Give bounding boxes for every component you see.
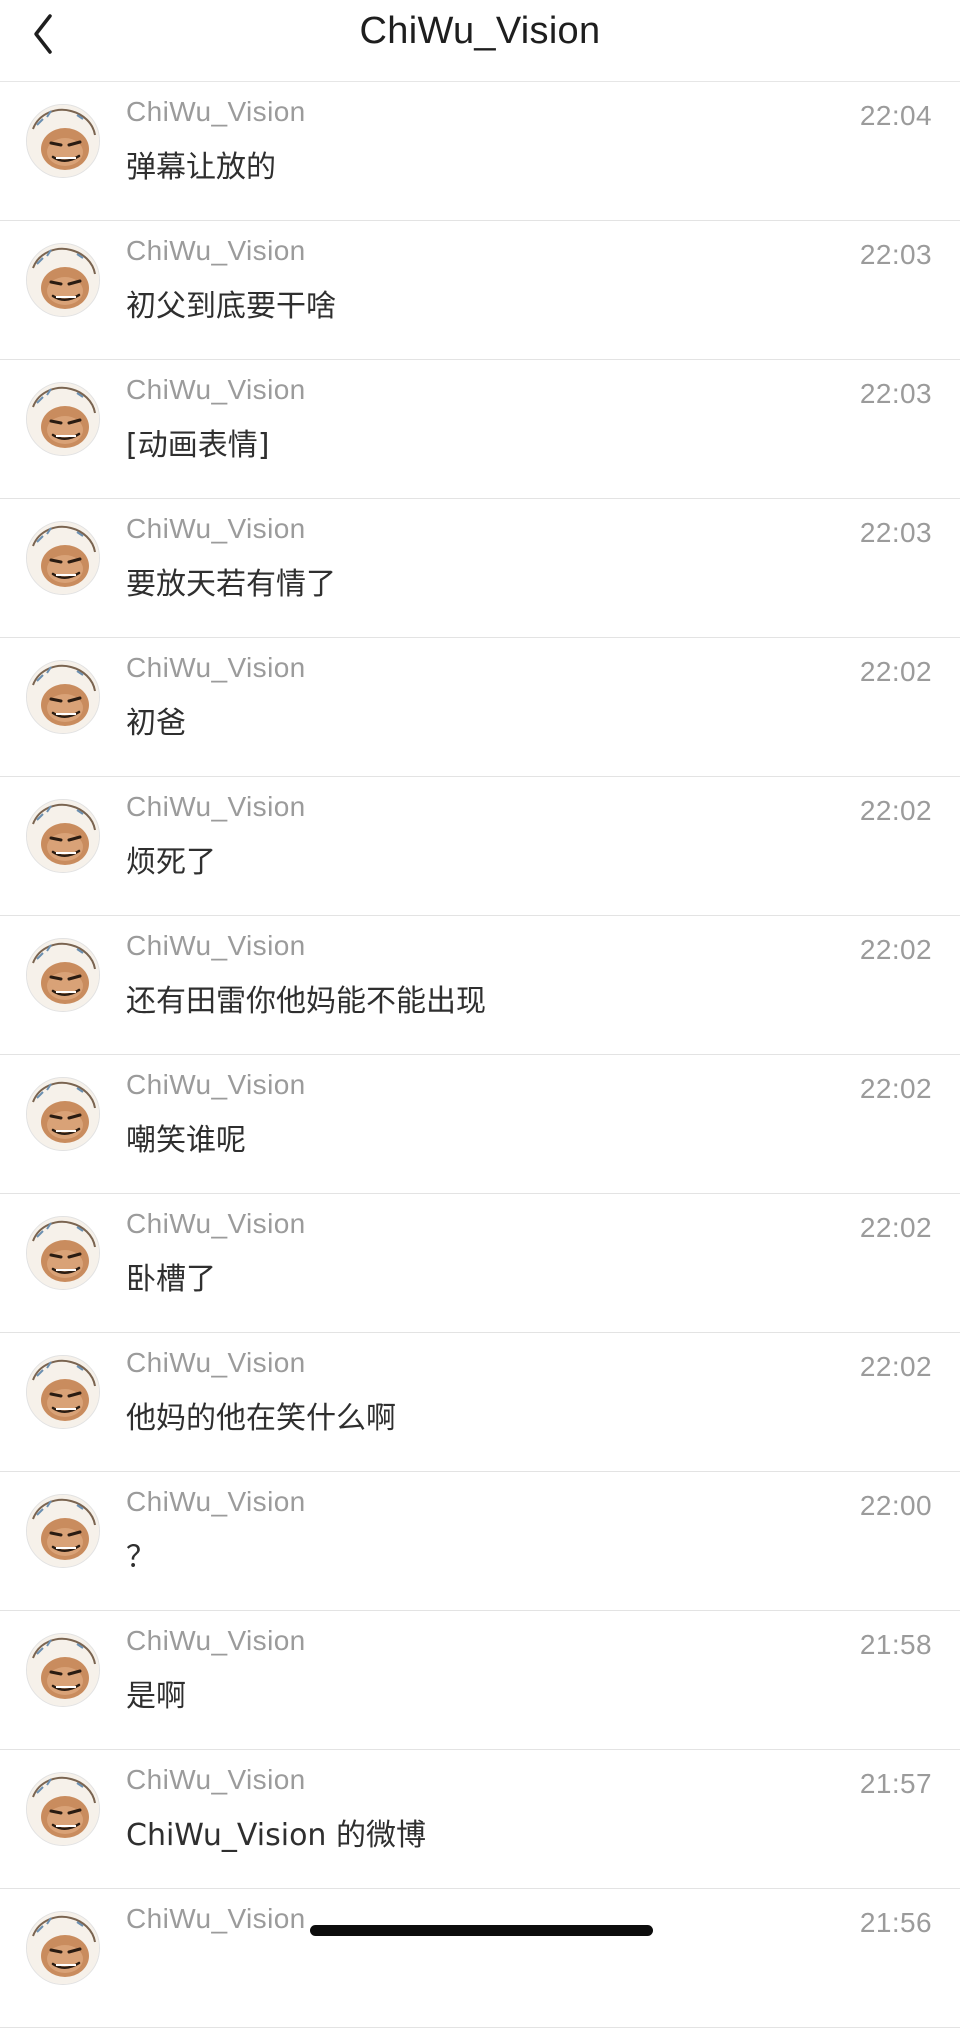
message-row[interactable]: ChiWu_Vision 22:03 初父到底要干啥	[0, 221, 960, 360]
message-preview: 卧槽了	[126, 1262, 216, 1297]
sender-name: ChiWu_Vision	[126, 1625, 306, 1656]
message-preview: 还有田雷你他妈能不能出现	[126, 984, 486, 1019]
page-title: ChiWu_Vision	[359, 10, 601, 52]
message-row[interactable]: ChiWu_Vision 22:02 他妈的他在笑什么啊	[0, 1333, 960, 1472]
message-time: 22:00	[859, 1490, 932, 1521]
message-row[interactable]: ChiWu_Vision 22:02 还有田雷你他妈能不能出现	[0, 916, 960, 1055]
avatar-image	[27, 661, 99, 733]
avatar[interactable]	[26, 660, 100, 734]
message-row[interactable]: ChiWu_Vision 22:02 烦死了	[0, 777, 960, 916]
avatar[interactable]	[26, 1494, 100, 1568]
avatar[interactable]	[26, 104, 100, 178]
avatar-image	[27, 383, 99, 455]
message-row[interactable]: ChiWu_Vision 22:02 初爸	[0, 638, 960, 777]
message-row[interactable]: ChiWu_Vision 21:58 是啊	[0, 1611, 960, 1750]
sender-name: ChiWu_Vision	[126, 1208, 306, 1239]
avatar[interactable]	[26, 1911, 100, 1985]
message-time: 21:57	[859, 1768, 932, 1799]
avatar-image	[27, 1773, 99, 1845]
avatar[interactable]	[26, 1216, 100, 1290]
avatar-image	[27, 1356, 99, 1428]
message-row[interactable]: ChiWu_Vision 21:57 ChiWu_Vision 的微博	[0, 1750, 960, 1889]
message-time: 21:58	[859, 1629, 932, 1660]
avatar[interactable]	[26, 938, 100, 1012]
sender-name: ChiWu_Vision	[126, 1764, 306, 1795]
avatar-image	[27, 1495, 99, 1567]
message-preview: 初父到底要干啥	[126, 289, 336, 324]
sender-name: ChiWu_Vision	[126, 513, 306, 544]
message-time: 22:03	[859, 378, 932, 409]
message-time: 22:03	[859, 517, 932, 548]
message-time: 22:04	[859, 100, 932, 131]
sender-name: ChiWu_Vision	[126, 1347, 306, 1378]
message-row[interactable]: ChiWu_Vision 22:04 弹幕让放的	[0, 82, 960, 221]
message-row[interactable]: ChiWu_Vision 22:03 [动画表情]	[0, 360, 960, 499]
message-preview: ChiWu_Vision 的微博	[126, 1818, 426, 1853]
home-indicator[interactable]	[310, 1925, 653, 1936]
message-list: ChiWu_Vision 22:04 弹幕让放的 ChiWu_Vision 22…	[0, 82, 960, 2028]
message-time: 22:02	[859, 795, 932, 826]
message-preview: 嘲笑谁呢	[126, 1123, 246, 1158]
message-time: 22:03	[859, 239, 932, 270]
avatar[interactable]	[26, 382, 100, 456]
message-preview: 弹幕让放的	[126, 150, 276, 185]
avatar[interactable]	[26, 243, 100, 317]
nav-bar: ChiWu_Vision	[0, 0, 960, 82]
avatar-image	[27, 1912, 99, 1984]
message-time: 21:56	[859, 1907, 932, 1938]
avatar[interactable]	[26, 1633, 100, 1707]
avatar-image	[27, 1217, 99, 1289]
avatar-image	[27, 939, 99, 1011]
message-time: 22:02	[859, 656, 932, 687]
message-preview: 是啊	[126, 1679, 186, 1714]
message-preview: 初爸	[126, 706, 186, 741]
sender-name: ChiWu_Vision	[126, 652, 306, 683]
sender-name: ChiWu_Vision	[126, 96, 306, 127]
sender-name: ChiWu_Vision	[126, 235, 306, 266]
message-preview: 要放天若有情了	[126, 567, 336, 602]
avatar[interactable]	[26, 1077, 100, 1151]
message-time: 22:02	[859, 1073, 932, 1104]
message-time: 22:02	[859, 1351, 932, 1382]
avatar-image	[27, 244, 99, 316]
avatar-image	[27, 105, 99, 177]
avatar-image	[27, 522, 99, 594]
message-preview: 他妈的他在笑什么啊	[126, 1401, 396, 1436]
sender-name: ChiWu_Vision	[126, 1903, 306, 1934]
avatar-image	[27, 800, 99, 872]
message-row[interactable]: ChiWu_Vision 22:03 要放天若有情了	[0, 499, 960, 638]
avatar-image	[27, 1078, 99, 1150]
avatar[interactable]	[26, 1355, 100, 1429]
message-row[interactable]: ChiWu_Vision 21:56	[0, 1889, 960, 2028]
sender-name: ChiWu_Vision	[126, 930, 306, 961]
message-time: 22:02	[859, 1212, 932, 1243]
avatar[interactable]	[26, 799, 100, 873]
message-row[interactable]: ChiWu_Vision 22:02 卧槽了	[0, 1194, 960, 1333]
message-time: 22:02	[859, 934, 932, 965]
sender-name: ChiWu_Vision	[126, 1486, 306, 1517]
message-preview: ？	[126, 1540, 156, 1575]
avatar[interactable]	[26, 1772, 100, 1846]
message-row[interactable]: ChiWu_Vision 22:02 嘲笑谁呢	[0, 1055, 960, 1194]
sender-name: ChiWu_Vision	[126, 374, 306, 405]
avatar[interactable]	[26, 521, 100, 595]
sender-name: ChiWu_Vision	[126, 1069, 306, 1100]
message-row[interactable]: ChiWu_Vision 22:00 ？	[0, 1472, 960, 1611]
message-preview: [动画表情]	[126, 428, 270, 463]
message-preview: 烦死了	[126, 845, 216, 880]
avatar-image	[27, 1634, 99, 1706]
sender-name: ChiWu_Vision	[126, 791, 306, 822]
